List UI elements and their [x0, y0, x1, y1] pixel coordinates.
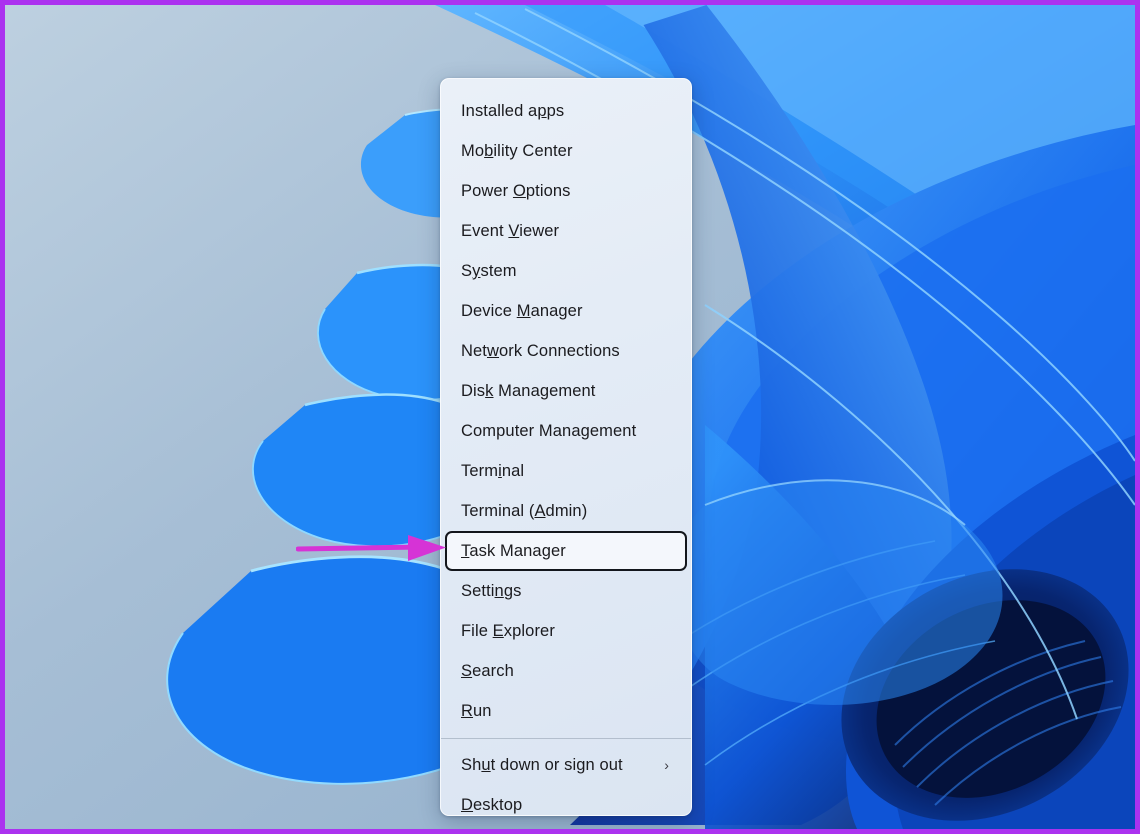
- menu-item-terminal-admin[interactable]: Terminal (Admin): [445, 491, 687, 531]
- menu-item-label: Device Manager: [461, 302, 583, 320]
- menu-item-label: Shut down or sign out: [461, 756, 623, 774]
- menu-item-task-manager[interactable]: Task Manager: [445, 531, 687, 571]
- accelerator-char: b: [484, 142, 494, 160]
- menu-item-label: Search: [461, 662, 514, 680]
- menu-item-label: Desktop: [461, 796, 523, 814]
- menu-item-label: Settings: [461, 582, 522, 600]
- accelerator-char: O: [512, 182, 526, 200]
- menu-item-settings[interactable]: Settings: [445, 571, 687, 611]
- accelerator-char: S: [461, 662, 473, 680]
- menu-item-run[interactable]: Run: [445, 691, 687, 731]
- accelerator-char: V: [508, 222, 520, 240]
- menu-item-installed-apps[interactable]: Installed apps: [445, 91, 687, 131]
- accelerator-char: g: [580, 422, 590, 440]
- menu-item-label: Run: [461, 702, 492, 720]
- accelerator-char: D: [461, 796, 474, 814]
- menu-item-event-viewer[interactable]: Event Viewer: [445, 211, 687, 251]
- accelerator-char: i: [498, 462, 502, 480]
- accelerator-char: R: [461, 702, 474, 720]
- menu-item-label: Disk Management: [461, 382, 596, 400]
- menu-item-label: Network Connections: [461, 342, 620, 360]
- pointer-arrow-icon: [296, 535, 446, 561]
- accelerator-char: n: [494, 582, 504, 600]
- chevron-right-icon: ›: [664, 757, 669, 773]
- accelerator-char: p: [537, 102, 547, 120]
- accelerator-char: y: [472, 262, 481, 280]
- accelerator-char: k: [485, 382, 494, 400]
- menu-item-label: Terminal: [461, 462, 525, 480]
- accelerator-char: M: [516, 302, 531, 320]
- menu-item-desktop[interactable]: Desktop: [445, 785, 687, 815]
- context-menu-list: Installed apps Mobility Center Power Optio…: [441, 79, 691, 815]
- menu-item-system[interactable]: System: [445, 251, 687, 291]
- menu-item-label: System: [461, 262, 517, 280]
- menu-item-network-connections[interactable]: Network Connections: [445, 331, 687, 371]
- menu-item-label: Mobility Center: [461, 142, 573, 160]
- accelerator-char: A: [534, 502, 546, 520]
- menu-item-label: Computer Management: [461, 422, 637, 440]
- menu-item-label: File Explorer: [461, 622, 555, 640]
- menu-item-label: Installed apps: [461, 102, 565, 120]
- menu-item-file-explorer[interactable]: File Explorer: [445, 611, 687, 651]
- menu-separator: [441, 738, 691, 739]
- accelerator-char: u: [481, 756, 491, 774]
- accelerator-char: T: [461, 542, 470, 560]
- win-x-power-user-menu[interactable]: Installed apps Mobility Center Power Optio…: [440, 78, 692, 816]
- menu-item-label: Task Manager: [461, 542, 566, 560]
- menu-item-device-manager[interactable]: Device Manager: [445, 291, 687, 331]
- accelerator-char: E: [492, 622, 504, 640]
- screenshot-root: Installed apps Mobility Center Power Optio…: [0, 0, 1140, 834]
- menu-item-disk-management[interactable]: Disk Management: [445, 371, 687, 411]
- menu-item-power-options[interactable]: Power Options: [445, 171, 687, 211]
- menu-item-label: Power Options: [461, 182, 571, 200]
- menu-item-mobility-center[interactable]: Mobility Center: [445, 131, 687, 171]
- menu-item-computer-management[interactable]: Computer Management: [445, 411, 687, 451]
- menu-item-label: Terminal (Admin): [461, 502, 588, 520]
- menu-item-shut-down-or-sign-out[interactable]: Shut down or sign out ›: [445, 745, 687, 785]
- menu-item-search[interactable]: Search: [445, 651, 687, 691]
- accelerator-char: w: [486, 342, 500, 360]
- menu-item-terminal[interactable]: Terminal: [445, 451, 687, 491]
- menu-item-label: Event Viewer: [461, 222, 560, 240]
